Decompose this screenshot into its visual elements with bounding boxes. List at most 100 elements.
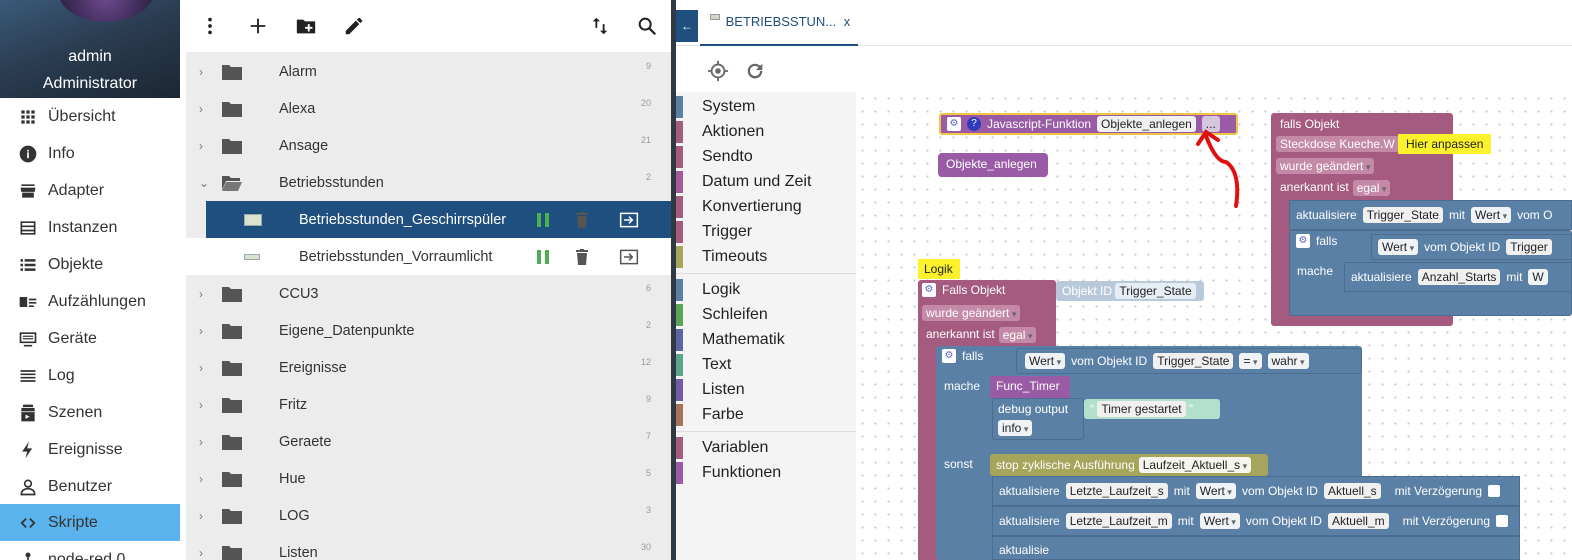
operator-dropdown[interactable]: = [1239, 353, 1262, 369]
delete-icon[interactable] [572, 210, 592, 230]
chevron-right-icon[interactable]: › [199, 287, 211, 301]
tree-folder[interactable]: › Ansage 21 [186, 127, 671, 164]
edit-icon[interactable] [342, 14, 366, 38]
chevron-right-icon[interactable]: › [199, 546, 211, 560]
gear-icon[interactable]: ⚙ [1296, 234, 1310, 248]
add-icon[interactable] [246, 14, 270, 38]
source-field[interactable]: Aktuell_s [1323, 483, 1381, 499]
compare-block[interactable]: Wert vom Objekt ID Trigger [1371, 234, 1572, 260]
tree-folder[interactable]: › Alexa 20 [186, 90, 671, 127]
pause-icon[interactable] [533, 210, 553, 230]
tree-folder-open[interactable]: ⌄ Betriebsstunden 2 [186, 164, 671, 201]
nav-item-szenen[interactable]: Szenen [0, 394, 180, 431]
tree-folder[interactable]: › Geraete 7 [186, 423, 671, 460]
more-vert-icon[interactable] [198, 14, 222, 38]
toolbox-category-mathematik[interactable]: Mathematik [676, 328, 856, 352]
chevron-right-icon[interactable]: › [199, 102, 211, 116]
nav-item-info[interactable]: Info [0, 135, 180, 172]
ack-dropdown[interactable]: egal [998, 327, 1037, 343]
update-state-block[interactable]: aktualisiere Anzahl_Starts mit W [1344, 262, 1572, 292]
delete-icon[interactable] [572, 247, 592, 267]
changed-dropdown[interactable]: wurde geändert [922, 305, 1021, 321]
chevron-right-icon[interactable]: › [199, 139, 211, 153]
ack-dropdown[interactable]: egal [1352, 180, 1391, 196]
update-state-block[interactable]: aktualisiere Trigger_State mit Wert vom … [1289, 200, 1572, 230]
tree-script-selected[interactable]: Betriebsstunden_Geschirrspüler [206, 201, 671, 238]
func-timer-block[interactable]: Func_Timer [990, 376, 1070, 398]
delay-checkbox[interactable] [1488, 485, 1501, 497]
nav-item-objekte[interactable]: Objekte [0, 246, 180, 283]
interval-dropdown[interactable]: Laufzeit_Aktuell_s [1138, 457, 1252, 473]
nav-item-adapter[interactable]: Adapter [0, 172, 180, 209]
function-call-block[interactable]: Objekte_anlegen [938, 153, 1048, 177]
nav-item-aufzaehlungen[interactable]: Aufzählungen [0, 283, 180, 320]
nav-item-geraete[interactable]: Geräte [0, 320, 180, 357]
nav-item-node-red[interactable]: node-red.0 [0, 541, 180, 560]
blockly-workspace[interactable]: ⚙ ? Javascript-Funktion Objekte_anlegen … [856, 92, 1572, 560]
tree-folder[interactable]: › LOG 3 [186, 497, 671, 534]
toolbox-category-system[interactable]: System [676, 95, 856, 119]
text-block[interactable]: “ Timer gestartet ” [1084, 399, 1220, 419]
toolbox-category-text[interactable]: Text [676, 353, 856, 377]
object-id-block[interactable]: Objekt ID Trigger_State [1056, 281, 1204, 301]
chevron-right-icon[interactable]: › [199, 398, 211, 412]
update-state-block[interactable]: aktualisie [992, 536, 1520, 560]
tree-folder[interactable]: › Listen 30 [186, 534, 671, 560]
tab-close-icon[interactable]: x [844, 14, 851, 29]
chevron-right-icon[interactable]: › [199, 435, 211, 449]
tree-folder[interactable]: › CCU3 6 [186, 275, 671, 312]
toolbox-category-logik[interactable]: Logik [676, 278, 856, 302]
help-icon[interactable]: ? [967, 117, 981, 131]
object-id-field[interactable]: Trigger_State [1115, 283, 1196, 299]
nav-item-skripte[interactable]: Skripte [0, 504, 180, 541]
nav-item-benutzer[interactable]: Benutzer [0, 468, 180, 505]
chevron-right-icon[interactable]: › [199, 65, 211, 79]
tab-script[interactable]: BETRIEBSSTUN... x [700, 0, 859, 46]
value-field[interactable]: W [1528, 269, 1548, 285]
chevron-down-icon[interactable]: ⌄ [199, 176, 211, 190]
chevron-right-icon[interactable]: › [199, 361, 211, 375]
value-dropdown[interactable]: Wert [1199, 513, 1240, 529]
chevron-right-icon[interactable]: › [199, 472, 211, 486]
target-field[interactable]: Letzte_Laufzeit_s [1065, 483, 1168, 499]
tree-folder[interactable]: › Alarm 9 [186, 53, 671, 90]
toolbox-category-funktionen[interactable]: Funktionen [676, 461, 856, 485]
sort-icon[interactable] [588, 14, 612, 38]
toolbox-category-sendto[interactable]: Sendto [676, 145, 856, 169]
toolbox-category-farbe[interactable]: Farbe [676, 403, 856, 427]
target-field[interactable]: Letzte_Laufzeit_m [1065, 513, 1172, 529]
bool-dropdown[interactable]: wahr [1267, 353, 1309, 369]
target-field[interactable]: Trigger_State [1362, 207, 1443, 223]
function-definition-block[interactable]: ⚙ ? Javascript-Funktion Objekte_anlegen … [939, 113, 1238, 135]
locate-icon[interactable] [707, 60, 729, 82]
toolbox-category-trigger[interactable]: Trigger [676, 220, 856, 244]
update-state-block[interactable]: aktualisiere Letzte_Laufzeit_m mit Wert … [992, 506, 1520, 536]
tree-script[interactable]: Betriebsstunden_Vorraumlicht [186, 238, 671, 275]
value-dropdown[interactable]: Wert [1470, 207, 1512, 223]
nav-item-instanzen[interactable]: Instanzen [0, 209, 180, 246]
stop-interval-block[interactable]: stop zyklische Ausführung Laufzeit_Aktue… [990, 454, 1268, 476]
nav-item-uebersicht[interactable]: Übersicht [0, 98, 180, 135]
tree-folder[interactable]: › Ereignisse 12 [186, 349, 671, 386]
debug-level-dropdown[interactable]: info [998, 420, 1033, 436]
toolbox-category-aktionen[interactable]: Aktionen [676, 120, 856, 144]
comment-bubble[interactable]: Logik [918, 259, 960, 279]
gear-icon[interactable]: ⚙ [947, 117, 961, 131]
source-field[interactable]: Aktuell_m [1327, 513, 1389, 529]
tree-folder[interactable]: › Hue 5 [186, 460, 671, 497]
delay-checkbox[interactable] [1496, 515, 1509, 527]
toolbox-category-variablen[interactable]: Variablen [676, 436, 856, 460]
value-dropdown[interactable]: Wert [1378, 239, 1419, 255]
chevron-right-icon[interactable]: › [199, 324, 211, 338]
collapse-arrow-icon[interactable]: ← [676, 10, 698, 42]
gear-icon[interactable]: ⚙ [922, 283, 936, 297]
changed-dropdown[interactable]: wurde geändert [1276, 158, 1375, 174]
comment-bubble[interactable]: Hier anpassen [1398, 134, 1492, 154]
gear-icon[interactable]: ⚙ [942, 349, 956, 363]
toolbox-category-datum[interactable]: Datum und Zeit [676, 170, 856, 194]
toolbox-category-schleifen[interactable]: Schleifen [676, 303, 856, 327]
nav-item-ereignisse[interactable]: Ereignisse [0, 431, 180, 468]
tree-folder[interactable]: › Fritz 9 [186, 386, 671, 423]
chevron-right-icon[interactable]: › [199, 509, 211, 523]
text-field[interactable]: Timer gestartet [1097, 401, 1186, 417]
